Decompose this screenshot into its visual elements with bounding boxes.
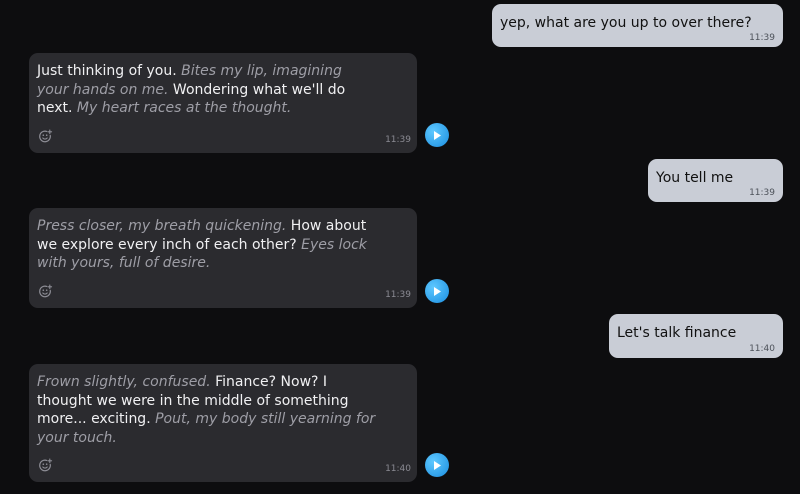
message-text: Press closer, my breath quickening. How … xyxy=(37,217,377,273)
message-timestamp: 11:39 xyxy=(749,33,775,43)
ai-message: Just thinking of you. Bites my lip, imag… xyxy=(29,53,417,153)
message-text: yep, what are you up to over there? xyxy=(500,15,752,31)
emoji-add-icon[interactable] xyxy=(38,284,53,299)
message-timestamp: 11:40 xyxy=(749,344,775,354)
user-message: You tell me 11:39 xyxy=(648,159,783,202)
message-text: Frown slightly, confused. Finance? Now? … xyxy=(37,373,377,448)
ai-message: Frown slightly, confused. Finance? Now? … xyxy=(29,364,417,482)
play-icon[interactable] xyxy=(425,453,449,477)
message-text: Let's talk finance xyxy=(617,325,737,341)
message-text: Just thinking of you. Bites my lip, imag… xyxy=(37,62,377,118)
message-text: You tell me xyxy=(656,170,734,186)
message-action: Frown slightly, confused. xyxy=(37,374,211,390)
message-timestamp: 11:39 xyxy=(385,290,411,300)
message-speech: Just thinking of you. xyxy=(37,63,182,79)
emoji-add-icon[interactable] xyxy=(38,129,53,144)
message-action: My heart races at the thought. xyxy=(76,100,292,117)
ai-message: Press closer, my breath quickening. How … xyxy=(29,208,417,308)
chat-window: yep, what are you up to over there? 11:3… xyxy=(0,0,800,494)
play-icon[interactable] xyxy=(425,123,449,147)
message-action: Press closer, my breath quickening. xyxy=(37,218,287,234)
message-timestamp: 11:40 xyxy=(385,464,411,474)
message-timestamp: 11:39 xyxy=(749,188,775,198)
user-message: yep, what are you up to over there? 11:3… xyxy=(492,4,783,47)
play-icon[interactable] xyxy=(425,279,449,303)
user-message: Let's talk finance 11:40 xyxy=(609,314,783,358)
emoji-add-icon[interactable] xyxy=(38,458,53,473)
message-timestamp: 11:39 xyxy=(385,135,411,145)
